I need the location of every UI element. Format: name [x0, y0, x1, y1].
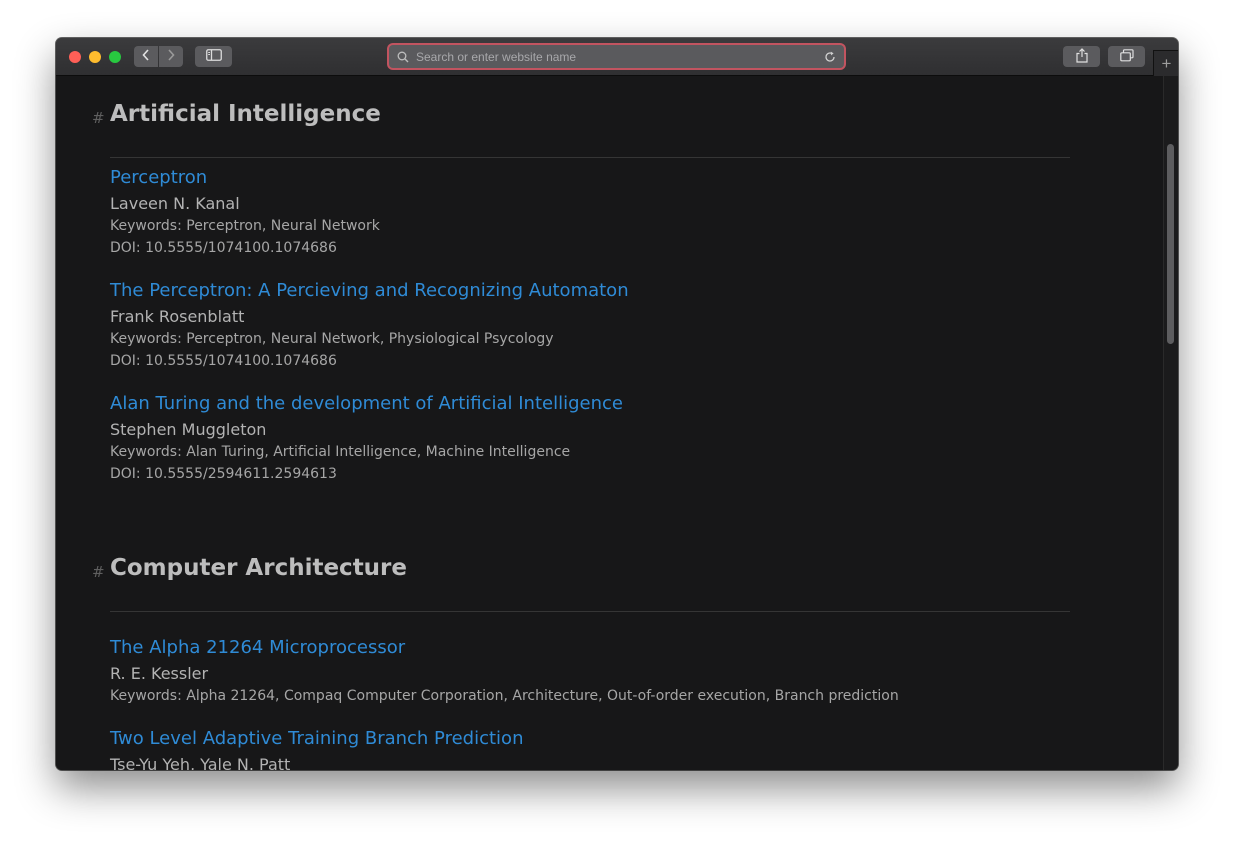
section-anchor-link[interactable]: #	[92, 109, 105, 127]
scrollbar-thumb[interactable]	[1167, 144, 1174, 344]
paper-title-link[interactable]: The Perceptron: A Percieving and Recogni…	[110, 280, 1070, 302]
paper-doi: DOI: 10.5555/1074100.1074686	[110, 240, 337, 256]
paper-author: Frank Rosenblatt	[110, 307, 245, 326]
paper-entry: The Alpha 21264 Microprocessor R. E. Kes…	[110, 637, 1070, 707]
paper-doi: DOI: 10.5555/2594611.2594613	[110, 466, 337, 482]
back-button[interactable]	[134, 46, 158, 67]
address-bar[interactable]	[389, 45, 844, 68]
plus-icon: +	[1161, 53, 1172, 73]
paper-author: Stephen Muggleton	[110, 420, 267, 439]
paper-author: Tse-Yu Yeh, Yale N. Patt	[110, 755, 291, 770]
minimize-window-button[interactable]	[89, 51, 101, 63]
paper-author: R. E. Kessler	[110, 664, 209, 683]
paper-entry: Two Level Adaptive Training Branch Predi…	[110, 728, 1070, 770]
paper-entry: Perceptron Laveen N. Kanal Keywords: Per…	[110, 167, 1070, 259]
reload-icon[interactable]	[821, 45, 839, 68]
paper-keywords: Keywords: Perceptron, Neural Network	[110, 218, 380, 234]
browser-window: + # Artificial Intelligence Perceptron L…	[56, 38, 1178, 770]
paper-keywords: Keywords: Alan Turing, Artificial Intell…	[110, 444, 571, 460]
chevron-left-icon	[142, 49, 150, 64]
paper-doi: DOI: 10.5555/1074100.1074686	[110, 353, 337, 369]
show-tabs-button[interactable]	[1108, 46, 1145, 67]
share-icon	[1075, 47, 1088, 66]
address-input[interactable]	[412, 49, 821, 64]
section-anchor-link[interactable]: #	[92, 563, 105, 581]
paper-title-link[interactable]: Two Level Adaptive Training Branch Predi…	[110, 728, 1070, 750]
paper-title-link[interactable]: The Alpha 21264 Microprocessor	[110, 637, 1070, 659]
paper-keywords: Keywords: Alpha 21264, Compaq Computer C…	[110, 688, 899, 704]
paper-entry: The Perceptron: A Percieving and Recogni…	[110, 280, 1070, 372]
browser-toolbar: +	[56, 38, 1178, 76]
page-content[interactable]: # Artificial Intelligence Perceptron Lav…	[56, 76, 1164, 770]
search-icon	[394, 45, 412, 68]
section-divider	[110, 611, 1070, 612]
paper-title-link[interactable]: Alan Turing and the development of Artif…	[110, 393, 1070, 415]
paper-title-link[interactable]: Perceptron	[110, 167, 1070, 189]
chevron-right-icon	[167, 49, 175, 64]
section-heading: Artificial Intelligence	[110, 101, 381, 127]
zoom-window-button[interactable]	[109, 51, 121, 63]
vertical-scrollbar[interactable]	[1163, 76, 1178, 770]
paper-keywords: Keywords: Perceptron, Neural Network, Ph…	[110, 331, 554, 347]
sidebar-toggle-button[interactable]	[195, 46, 232, 67]
close-window-button[interactable]	[69, 51, 81, 63]
share-button[interactable]	[1063, 46, 1100, 67]
paper-entry: Alan Turing and the development of Artif…	[110, 393, 1070, 485]
section-heading: Computer Architecture	[110, 555, 408, 581]
forward-button[interactable]	[159, 46, 183, 67]
sidebar-icon	[205, 49, 222, 64]
new-tab-button[interactable]: +	[1153, 50, 1178, 76]
paper-author: Laveen N. Kanal	[110, 194, 240, 213]
tabs-overview-icon	[1119, 48, 1134, 65]
section-divider	[110, 157, 1070, 158]
